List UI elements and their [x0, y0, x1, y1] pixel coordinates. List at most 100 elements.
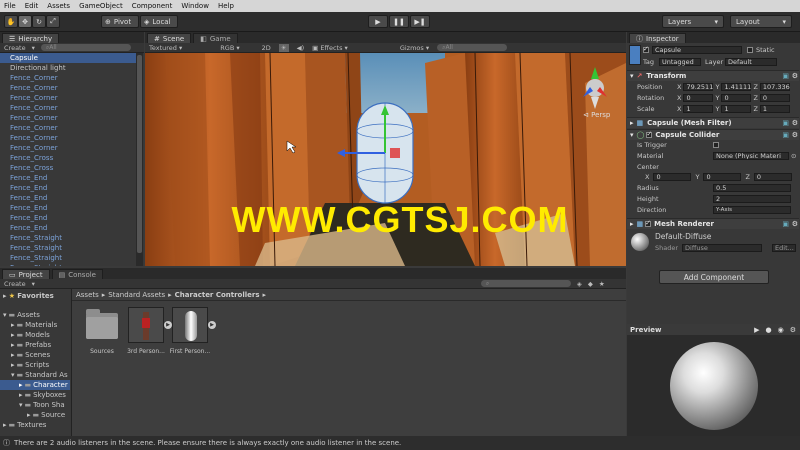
help-icon[interactable]: ▣ — [782, 119, 789, 127]
radius-field[interactable]: 0.5 — [713, 184, 791, 192]
material-preview-sphere[interactable] — [670, 342, 758, 430]
collider-enabled-checkbox[interactable] — [646, 130, 653, 138]
foldout-icon[interactable]: ▸ — [11, 341, 15, 349]
menu-item[interactable]: Component — [132, 2, 173, 10]
scene-viewport[interactable]: ⊲ Persp WWW.CGTSJ.COM — [145, 53, 626, 266]
status-bar[interactable]: ⓘ There are 2 audio listeners in the sce… — [0, 436, 800, 450]
audio-toggle[interactable]: ◀) — [297, 44, 305, 52]
help-icon[interactable]: ▣ — [782, 220, 789, 228]
light-icon[interactable]: ● — [766, 326, 772, 334]
gear-icon[interactable]: ⚙ — [792, 220, 798, 228]
menu-item[interactable]: Window — [181, 2, 209, 10]
settings-icon[interactable]: ⚙ — [790, 326, 796, 334]
menu-item[interactable]: GameObject — [79, 2, 123, 10]
2d-toggle[interactable]: 2D — [262, 44, 271, 52]
hierarchy-item[interactable]: Fence_End — [0, 193, 136, 203]
edit-button[interactable]: Edit... — [772, 244, 797, 252]
tab-hierarchy[interactable]: ☰ Hierarchy — [2, 33, 60, 43]
hierarchy-item[interactable]: Fence_Straight — [0, 243, 136, 253]
asset-folder[interactable] — [84, 307, 120, 343]
foldout-icon[interactable]: ▸ — [11, 321, 15, 329]
favorites-item[interactable]: ▸ ★ Favorites — [0, 291, 70, 301]
gear-icon[interactable]: ⚙ — [792, 72, 798, 80]
scale-y[interactable]: 1 — [721, 105, 752, 113]
hierarchy-item[interactable]: Fence_Corner — [0, 113, 136, 123]
project-tree-item[interactable]: ▸ ▬ Source — [0, 410, 70, 420]
foldout-icon[interactable]: ▸ — [3, 421, 7, 429]
center-x[interactable]: 0 — [653, 173, 692, 181]
foldout-open-icon[interactable]: ▾ — [3, 311, 7, 319]
tab-inspector[interactable]: ⓘ Inspector — [629, 33, 686, 43]
gizmos-dropdown[interactable]: Gizmos ▾ — [400, 44, 429, 52]
asset-prefab1st[interactable]: ▶ — [172, 307, 216, 343]
project-tree-item[interactable]: ▸ ▬ Scripts — [0, 360, 70, 370]
gear-icon[interactable]: ⚙ — [792, 131, 798, 139]
shading-dropdown[interactable]: Textured ▾ — [149, 44, 182, 52]
local-toggle[interactable]: ◈ Local — [140, 15, 178, 28]
hierarchy-item[interactable]: Fence_End — [0, 183, 136, 193]
project-tree-item[interactable]: ▾ ▬ Toon Sha — [0, 400, 70, 410]
gear-icon[interactable]: ⚙ — [792, 119, 798, 127]
help-icon[interactable]: ▣ — [782, 131, 789, 139]
position-x[interactable]: 79.2511 — [683, 83, 714, 91]
layers-dropdown[interactable]: Layers ▾ — [662, 15, 724, 28]
project-tree-item[interactable]: ▾ ▬ Standard As — [0, 370, 70, 380]
persp-label[interactable]: ⊲ Persp — [583, 111, 610, 119]
pause-button[interactable]: ❚❚ — [389, 15, 409, 28]
hierarchy-item[interactable]: Fence_Straight — [0, 233, 136, 243]
pivot-toggle[interactable]: ⊕ Pivot — [101, 15, 139, 28]
play-icon[interactable]: ▶ — [754, 326, 759, 334]
project-tree-item[interactable]: ▸ ▬ Character — [0, 380, 70, 390]
menu-item[interactable]: Help — [218, 2, 234, 10]
hierarchy-item[interactable]: Fence_End — [0, 203, 136, 213]
capsule-collider-header[interactable]: ▾◯ Capsule Collider ▣⚙ — [627, 129, 799, 140]
menu-item[interactable]: File — [4, 2, 16, 10]
rotate-tool-button[interactable]: ↻ — [32, 15, 46, 28]
rgb-dropdown[interactable]: RGB ▾ — [220, 44, 239, 52]
hierarchy-item[interactable]: Capsule — [0, 53, 136, 63]
tag-dropdown[interactable]: Untagged — [659, 58, 701, 66]
layer-dropdown[interactable]: Default — [725, 58, 777, 66]
hierarchy-item[interactable]: Fence_Straight — [0, 253, 136, 263]
hierarchy-item[interactable]: Fence_Cross — [0, 153, 136, 163]
hierarchy-item[interactable]: Fence_Corner — [0, 143, 136, 153]
renderer-enabled-checkbox[interactable] — [645, 219, 652, 227]
rotation-x[interactable]: 0 — [683, 94, 714, 102]
mesh-renderer-header[interactable]: ▸▦ Mesh Renderer ▣⚙ — [627, 218, 799, 229]
height-field[interactable]: 2 — [713, 195, 791, 203]
hierarchy-item[interactable]: Directional light — [0, 63, 136, 73]
play-button[interactable]: ▶ — [368, 15, 388, 28]
project-tree-item[interactable]: ▸ ▬ Prefabs — [0, 340, 70, 350]
project-search[interactable]: ⌕ — [480, 280, 571, 287]
hierarchy-item[interactable]: Fence_Corner — [0, 123, 136, 133]
asset-prefab3rd[interactable]: ▶ — [128, 307, 172, 343]
hierarchy-item[interactable]: Fence_Corner — [0, 133, 136, 143]
lighting-toggle[interactable]: ☀ — [278, 43, 289, 52]
foldout-icon[interactable]: ▸ — [19, 381, 23, 389]
create-button[interactable]: Create — [4, 44, 26, 52]
tab-console[interactable]: ▤ Console — [51, 269, 103, 279]
effects-dropdown[interactable]: ▣ Effects ▾ — [312, 44, 348, 52]
mesh-filter-header[interactable]: ▸ ▦ Capsule (Mesh Filter) ▣ ⚙ — [627, 117, 799, 128]
breadcrumb-item[interactable]: Standard Assets — [108, 291, 165, 299]
tab-project[interactable]: ▭ Project — [2, 269, 50, 279]
star-icon[interactable]: ★ — [599, 280, 605, 288]
scroll-thumb[interactable] — [137, 55, 142, 253]
position-z[interactable]: 107.336 — [759, 83, 790, 91]
static-checkbox[interactable] — [747, 47, 753, 53]
hierarchy-item[interactable]: Fence_Corner — [0, 73, 136, 83]
foldout-icon[interactable]: ▸ — [27, 411, 31, 419]
tab-game[interactable]: ◧ Game — [193, 33, 238, 43]
target-icon[interactable]: ⊙ — [791, 152, 796, 160]
hand-tool-button[interactable]: ✋ — [4, 15, 18, 28]
rotation-y[interactable]: 0 — [721, 94, 752, 102]
filter-type-icon[interactable]: ◈ — [577, 280, 582, 288]
step-button[interactable]: ▶❚ — [410, 15, 430, 28]
hierarchy-item[interactable]: Fence_Corner — [0, 103, 136, 113]
object-name-field[interactable]: Capsule — [652, 46, 742, 54]
hierarchy-item[interactable]: Fence_End — [0, 223, 136, 233]
tab-scene[interactable]: # Scene — [147, 33, 192, 43]
center-z[interactable]: 0 — [753, 173, 792, 181]
project-tree-item[interactable]: ▾ ▬ Assets — [0, 310, 70, 320]
is-trigger-checkbox[interactable] — [713, 142, 719, 148]
